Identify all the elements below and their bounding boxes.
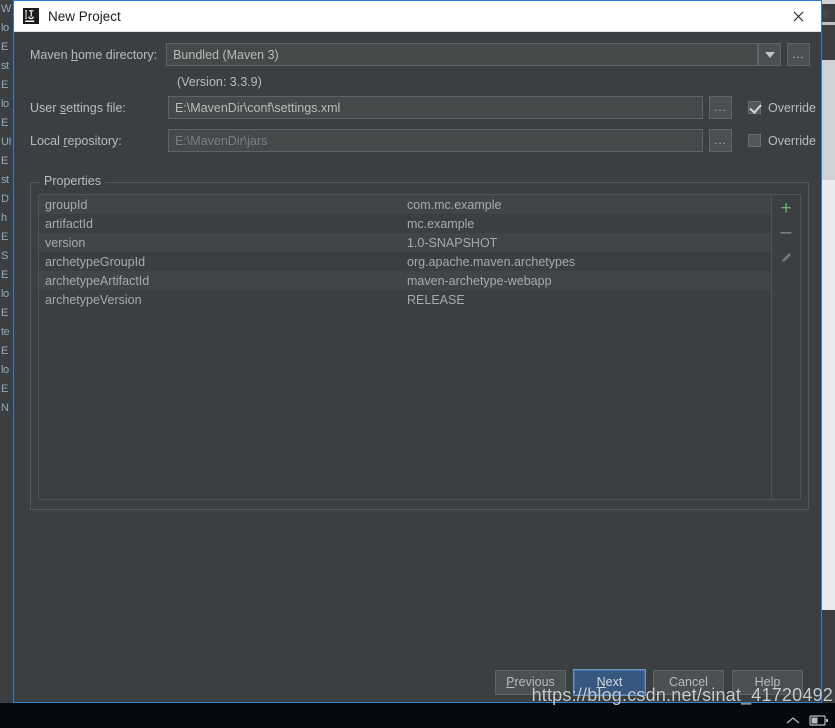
maven-home-label: Maven home directory: <box>30 47 158 62</box>
table-row[interactable]: version 1.0-SNAPSHOT <box>39 233 771 252</box>
maven-home-dropdown-button[interactable] <box>758 43 781 66</box>
properties-legend: Properties <box>40 174 105 188</box>
properties-panel: groupId com.mc.example artifactId mc.exa… <box>38 194 801 500</box>
user-settings-override-checkbox[interactable]: Override <box>748 101 816 115</box>
local-repository-input[interactable]: E:\MavenDir\jars <box>168 129 703 152</box>
property-value: mc.example <box>407 216 475 231</box>
property-value: 1.0-SNAPSHOT <box>407 235 498 250</box>
close-button[interactable] <box>776 1 821 31</box>
maven-home-browse-button[interactable]: ... <box>787 43 810 66</box>
new-project-dialog: New Project Maven home directory: Bundle… <box>13 0 822 703</box>
add-property-button[interactable]: + <box>774 197 798 219</box>
user-settings-label: User settings file: <box>30 100 126 115</box>
local-repository-override-checkbox[interactable]: Override <box>748 134 816 148</box>
properties-group: Properties groupId com.mc.example artifa… <box>30 174 809 510</box>
properties-table[interactable]: groupId com.mc.example artifactId mc.exa… <box>39 195 771 499</box>
dialog-content: Maven home directory: Bundled (Maven 3) … <box>14 32 821 702</box>
checkbox-unchecked-icon <box>748 134 761 147</box>
maven-home-combo-input[interactable]: Bundled (Maven 3) <box>166 43 758 66</box>
user-settings-browse-button[interactable]: ... <box>709 96 732 119</box>
user-settings-row: User settings file: E:\MavenDir\conf\set… <box>30 96 820 119</box>
dialog-titlebar: New Project <box>14 1 821 32</box>
user-settings-override-label: Override <box>768 100 816 115</box>
property-key: archetypeGroupId <box>45 254 146 269</box>
table-row[interactable]: groupId com.mc.example <box>39 195 771 214</box>
plus-icon: + <box>780 197 792 219</box>
maven-home-row: Maven home directory: Bundled (Maven 3) … <box>30 43 810 66</box>
user-settings-input[interactable]: E:\MavenDir\conf\settings.xml <box>168 96 703 119</box>
pencil-edit-icon <box>781 252 792 263</box>
table-row[interactable]: archetypeArtifactId maven-archetype-weba… <box>39 271 771 290</box>
taskbar-tray <box>786 714 829 727</box>
property-key: archetypeVersion <box>45 292 142 307</box>
property-key: version <box>45 235 86 250</box>
property-value: com.mc.example <box>407 197 502 212</box>
remove-property-button[interactable]: – <box>774 222 798 244</box>
chevron-down-icon <box>764 51 775 58</box>
property-key: archetypeArtifactId <box>45 273 150 288</box>
close-icon <box>793 11 804 21</box>
maven-version-note: (Version: 3.3.9) <box>177 75 262 89</box>
local-repository-row: Local repository: E:\MavenDir\jars ... O… <box>30 129 820 152</box>
intellij-logo-icon <box>23 8 39 24</box>
minus-icon: – <box>780 222 792 243</box>
windows-taskbar <box>0 703 835 728</box>
local-repository-override-label: Override <box>768 133 816 148</box>
properties-action-bar: + – <box>771 195 800 499</box>
property-key: groupId <box>45 197 88 212</box>
checkbox-checked-icon <box>748 101 761 114</box>
background-ide-left-strip: Wlo Est Elo E UI Est Dh E S Elo Ete Elo E N <box>0 0 14 703</box>
edit-property-button[interactable] <box>774 247 798 269</box>
dialog-title: New Project <box>48 8 121 24</box>
table-row[interactable]: artifactId mc.example <box>39 214 771 233</box>
property-key: artifactId <box>45 216 93 231</box>
table-row[interactable]: archetypeVersion RELEASE <box>39 290 771 309</box>
property-value: maven-archetype-webapp <box>407 273 552 288</box>
watermark-url: https://blog.csdn.net/sinat_41720492 <box>531 685 833 705</box>
local-repository-browse-button[interactable]: ... <box>709 129 732 152</box>
battery-charging-icon[interactable] <box>809 714 829 727</box>
table-row[interactable]: archetypeGroupId org.apache.maven.archet… <box>39 252 771 271</box>
local-repository-label: Local repository: <box>30 133 122 148</box>
property-value: org.apache.maven.archetypes <box>407 254 576 269</box>
chevron-up-icon[interactable] <box>786 716 800 726</box>
property-value: RELEASE <box>407 292 465 307</box>
